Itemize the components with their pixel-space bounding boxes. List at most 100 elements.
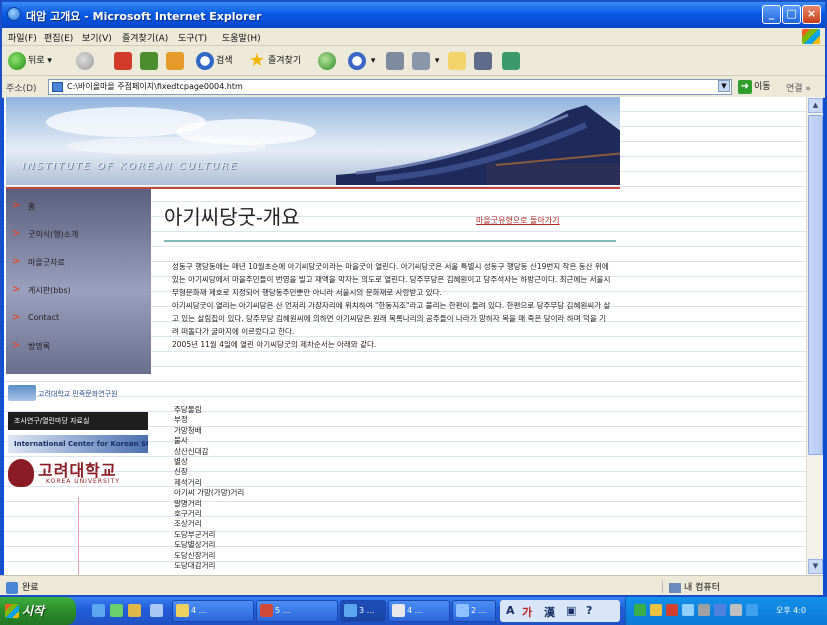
refresh-button[interactable] bbox=[140, 51, 160, 71]
list-item: 도당별상거리 bbox=[174, 540, 216, 550]
messenger-icon bbox=[502, 51, 520, 70]
taskbar-button-4[interactable]: 4 ... bbox=[388, 600, 450, 622]
clock[interactable]: 오후 4:0 bbox=[776, 605, 806, 616]
maximize-button[interactable]: □ bbox=[782, 5, 801, 24]
history-button[interactable] bbox=[318, 51, 338, 71]
scroll-up-icon[interactable]: ▲ bbox=[808, 98, 823, 113]
research-icon bbox=[474, 51, 492, 70]
list-item: 말명거리 bbox=[174, 498, 202, 508]
taskbar-button-3[interactable]: 3 ... bbox=[340, 600, 386, 622]
tray-icon[interactable] bbox=[666, 604, 678, 616]
tray-icon[interactable] bbox=[682, 604, 694, 616]
center-banner-link[interactable]: International Center for Korean Studies bbox=[8, 435, 148, 453]
nav-item-home[interactable]: > 홈 bbox=[6, 195, 151, 217]
minimize-button[interactable]: _ bbox=[762, 5, 781, 24]
favorites-label: 즐겨찾기 bbox=[268, 56, 302, 66]
nav-item-bbs[interactable]: > 게시판(bbs) bbox=[6, 279, 151, 301]
ime-language-bar[interactable]: A 가 漢 ▣ ? bbox=[500, 600, 620, 622]
back-to-types-link[interactable]: 마을굿유형으로 돌아가기 bbox=[476, 215, 560, 226]
quicklaunch-desktop-icon[interactable] bbox=[92, 604, 105, 617]
research-button[interactable] bbox=[474, 51, 494, 71]
status-bar: 완료 내 컴퓨터 bbox=[0, 575, 823, 595]
list-item: 별상 bbox=[174, 457, 188, 467]
search-icon bbox=[196, 51, 214, 70]
institute-emblem-icon bbox=[8, 385, 36, 401]
back-button[interactable]: 뒤로 ▾ bbox=[8, 51, 52, 71]
university-logo[interactable]: 고려대학교 KOREA UNIVERSITY bbox=[8, 457, 148, 489]
menu-view[interactable]: 보기(V) bbox=[82, 31, 112, 44]
address-dropdown-icon[interactable]: ▼ bbox=[718, 80, 730, 92]
close-button[interactable]: × bbox=[802, 5, 821, 24]
nav-label: 게시판(bbs) bbox=[28, 286, 71, 295]
start-button[interactable]: 시작 bbox=[0, 597, 76, 625]
taskbar-button-1[interactable]: 4 ... bbox=[172, 600, 254, 622]
go-button[interactable]: ➜ 이동 bbox=[738, 79, 771, 95]
favorites-button[interactable]: ★ 즐겨찾기 bbox=[248, 51, 301, 71]
nav-label: 마을굿자료 bbox=[28, 258, 65, 267]
arrow-icon: > bbox=[12, 256, 21, 267]
window-icon bbox=[456, 604, 469, 617]
address-value: C:\바이올마을 주점페이지\fixedtcpage0004.htm bbox=[67, 82, 243, 91]
ime-pad-icon[interactable]: ▣ bbox=[566, 604, 576, 617]
mail-button[interactable]: ▾ bbox=[348, 51, 375, 71]
page-title: 아기씨당굿-개요 bbox=[164, 205, 300, 229]
tray-icon[interactable] bbox=[634, 604, 646, 616]
menu-file[interactable]: 파일(F) bbox=[8, 31, 37, 44]
tray-icon[interactable] bbox=[698, 604, 710, 616]
decorative-line bbox=[78, 497, 79, 575]
site-sidebar: > 홈 > 굿의식(행)소개 > 마을굿자료 > 게시판(bbs) > Contact >… bbox=[6, 189, 151, 374]
quicklaunch-ie-icon[interactable] bbox=[110, 604, 123, 617]
scroll-down-icon[interactable]: ▼ bbox=[808, 559, 823, 574]
refresh-icon bbox=[140, 51, 158, 70]
institute-logo[interactable]: 고려대학교 민족문화연구원 bbox=[8, 381, 148, 405]
tray-icon[interactable] bbox=[650, 604, 662, 616]
taskbar-button-2[interactable]: 5 ... bbox=[256, 600, 338, 622]
nav-item-contact[interactable]: > Contact bbox=[6, 307, 151, 329]
vertical-scrollbar[interactable]: ▲ ▼ bbox=[806, 97, 823, 575]
taskbar-button-5[interactable]: 2 ... bbox=[452, 600, 496, 622]
links-button[interactable]: 연결 » bbox=[786, 81, 811, 94]
title-bar[interactable]: 대암 고개요 - Microsoft Internet Explorer _ □… bbox=[2, 2, 825, 28]
address-input[interactable]: C:\바이올마을 주점페이지\fixedtcpage0004.htm bbox=[48, 79, 732, 95]
quicklaunch-more-icon[interactable] bbox=[150, 604, 163, 617]
page-content[interactable]: INSTITUTE OF KOREAN CULTURE > 홈 > 굿의식(행)소개… bbox=[4, 97, 806, 575]
list-item: 도당대감거리 bbox=[174, 561, 216, 571]
edit-button[interactable]: ▾ bbox=[412, 51, 439, 71]
institute-name: INSTITUTE OF KOREAN CULTURE bbox=[22, 161, 239, 172]
tray-icon[interactable] bbox=[746, 604, 758, 616]
search-button[interactable]: 검색 bbox=[196, 51, 233, 71]
messenger-button[interactable] bbox=[502, 51, 522, 71]
volume-icon[interactable] bbox=[730, 604, 742, 616]
menu-favorites[interactable]: 즐겨찾기(A) bbox=[122, 31, 168, 44]
start-label: 시작 bbox=[22, 604, 45, 618]
status-left: 완료 bbox=[6, 580, 39, 594]
menu-help[interactable]: 도움말(H) bbox=[222, 31, 261, 44]
list-item: 부정 bbox=[174, 415, 188, 425]
folder-button[interactable] bbox=[448, 51, 468, 71]
list-item: 호구거리 bbox=[174, 509, 202, 519]
nav-label: 방명록 bbox=[28, 342, 51, 351]
network-icon[interactable] bbox=[714, 604, 726, 616]
nav-item-guestbook[interactable]: > 방명록 bbox=[6, 335, 151, 357]
quicklaunch-media-icon[interactable] bbox=[128, 604, 141, 617]
ime-mode-icon[interactable]: A bbox=[506, 604, 515, 617]
nav-item-intro[interactable]: > 굿의식(행)소개 bbox=[6, 223, 151, 245]
print-button[interactable] bbox=[386, 51, 406, 71]
scroll-thumb[interactable] bbox=[808, 115, 823, 455]
nav-item-materials[interactable]: > 마을굿자료 bbox=[6, 251, 151, 273]
home-button[interactable] bbox=[166, 51, 186, 71]
menu-bar: 파일(F) 편집(E) 보기(V) 즐겨찾기(A) 도구(T) 도움말(H) bbox=[2, 28, 825, 46]
menu-edit[interactable]: 편집(E) bbox=[44, 31, 73, 44]
list-item: 가망청배 bbox=[174, 425, 202, 435]
task-label: 4 ... bbox=[191, 606, 207, 615]
go-arrow-icon: ➜ bbox=[738, 79, 752, 94]
paragraph: 2005년 11월 4일에 열린 아기씨당굿의 제차순서는 아래와 같다. bbox=[172, 340, 377, 349]
menu-tools[interactable]: 도구(T) bbox=[178, 31, 207, 44]
stop-button[interactable] bbox=[114, 51, 134, 71]
black-banner-link[interactable]: 조사연구/열린마당 자료실 bbox=[8, 412, 148, 430]
ime-help-icon[interactable]: ? bbox=[586, 604, 592, 617]
list-item: 아기씨 가망(가망)거리 bbox=[174, 488, 245, 498]
forward-button[interactable] bbox=[76, 51, 96, 71]
ime-hanja-icon[interactable]: 漢 bbox=[544, 604, 555, 620]
ime-hangul-icon[interactable]: 가 bbox=[522, 604, 532, 620]
